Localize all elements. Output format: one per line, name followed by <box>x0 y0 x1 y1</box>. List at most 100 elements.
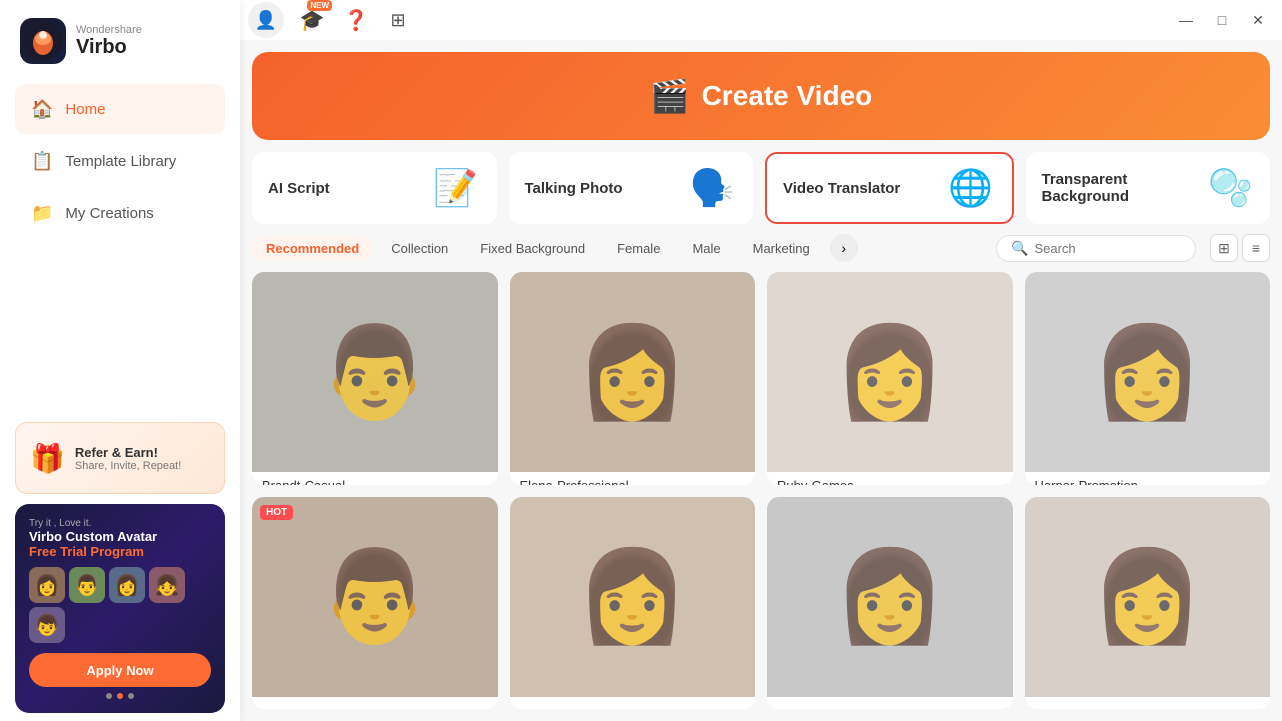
gift-button[interactable]: 🎓 NEW <box>294 2 330 38</box>
avatar-emoji-7: 👩 <box>834 544 946 649</box>
avatars-grid: 👨 Brandt-Casual 👩 Elena-Professional 👩 R… <box>240 272 1282 721</box>
avatar-image-8: 👩 <box>1025 497 1271 697</box>
promo-avatar-4: 👧 <box>149 567 185 603</box>
avatar-card-3[interactable]: 👩 Ruby-Games <box>767 272 1013 485</box>
avatar-emoji-5: 👨 <box>319 544 431 649</box>
filter-tab-male[interactable]: Male <box>678 236 734 261</box>
promo-avatars: 👩 👨 👩 👧 👦 <box>29 567 211 643</box>
avatar-card-8[interactable]: 👩 <box>1025 497 1271 710</box>
filter-tab-female[interactable]: Female <box>603 236 674 261</box>
nav-list: 🏠 Home📋 Template Library📁 My Creations <box>15 82 225 240</box>
minimize-button[interactable]: — <box>1170 6 1202 34</box>
avatar-name-4: Harper-Promotion <box>1025 472 1271 485</box>
promo-title2: Free Trial Program <box>29 544 211 559</box>
avatar-name-empty-8 <box>1025 697 1271 710</box>
ai-script-label: AI Script <box>268 180 330 197</box>
list-view-button[interactable]: ≡ <box>1242 234 1270 262</box>
avatar-card-1[interactable]: 👨 Brandt-Casual <box>252 272 498 485</box>
custom-avatar-promo[interactable]: Try it , Love it. Virbo Custom Avatar Fr… <box>15 504 225 713</box>
avatar-image-4: 👩 <box>1025 272 1271 472</box>
user-area: 👤 🎓 NEW ❓ ⊞ <box>248 2 414 38</box>
search-input[interactable] <box>1034 241 1174 256</box>
refer-text: Refer & Earn! Share, Invite, Repeat! <box>75 445 181 472</box>
view-buttons: ⊞ ≡ <box>1210 234 1270 262</box>
avatar-emoji-6: 👩 <box>576 544 688 649</box>
home-icon: 🏠 <box>31 99 53 120</box>
sidebar-item-template-library[interactable]: 📋 Template Library <box>15 136 225 186</box>
help-button[interactable]: ❓ <box>340 6 372 34</box>
feature-card-transparent-bg[interactable]: Transparent Background 🫧 <box>1026 152 1271 224</box>
sidebar-item-my-creations[interactable]: 📁 My Creations <box>15 188 225 238</box>
filter-tab-collection[interactable]: Collection <box>377 236 462 261</box>
filter-more-button[interactable]: › <box>830 234 858 262</box>
sidebar-promo: 🎁 Refer & Earn! Share, Invite, Repeat! T… <box>15 422 225 713</box>
avatar-card-7[interactable]: 👩 <box>767 497 1013 710</box>
promo-dots <box>29 693 211 699</box>
avatar-name-1: Brandt-Casual <box>252 472 498 485</box>
logo-name: Virbo <box>76 36 142 59</box>
refer-icon: 🎁 <box>30 442 65 475</box>
avatar-card-5[interactable]: HOT 👨 <box>252 497 498 710</box>
dot-2 <box>117 693 123 699</box>
avatar-image-7: 👩 <box>767 497 1013 697</box>
feature-card-video-translator[interactable]: Video Translator 🌐 <box>765 152 1014 224</box>
my-creations-label: My Creations <box>65 205 153 222</box>
avatar-card-2[interactable]: 👩 Elena-Professional <box>510 272 756 485</box>
avatar-name-2: Elena-Professional <box>510 472 756 485</box>
my-creations-icon: 📁 <box>31 203 53 224</box>
logo-brand: Wondershare <box>76 24 142 36</box>
promo-title1: Virbo Custom Avatar <box>29 529 211 544</box>
feature-card-ai-script[interactable]: AI Script 📝 <box>252 152 497 224</box>
main-content: 👤 🎓 NEW ❓ ⊞ — □ ✕ 🎬 Create Video AI Scri… <box>240 0 1282 721</box>
grid-button[interactable]: ⊞ <box>382 6 414 34</box>
filter-tabs: RecommendedCollectionFixed BackgroundFem… <box>252 236 824 261</box>
promo-avatar-2: 👨 <box>69 567 105 603</box>
search-icon: 🔍 <box>1011 240 1028 257</box>
avatar-card-6[interactable]: 👩 <box>510 497 756 710</box>
titlebar: 👤 🎓 NEW ❓ ⊞ — □ ✕ <box>240 0 1282 40</box>
promo-try: Try it , Love it. <box>29 518 211 529</box>
avatar-emoji-3: 👩 <box>834 320 946 425</box>
avatar-image-2: 👩 <box>510 272 756 472</box>
home-label: Home <box>65 101 105 118</box>
filter-tab-recommended[interactable]: Recommended <box>252 236 373 261</box>
avatar-emoji-2: 👩 <box>576 320 688 425</box>
video-translator-label: Video Translator <box>783 180 900 197</box>
sidebar-item-home[interactable]: 🏠 Home <box>15 84 225 134</box>
sidebar: Wondershare Virbo 🏠 Home📋 Template Libra… <box>0 0 240 721</box>
avatar-card-4[interactable]: 👩 Harper-Promotion <box>1025 272 1271 485</box>
avatar-image-1: 👨 <box>252 272 498 472</box>
feature-card-talking-photo[interactable]: Talking Photo 🗣️ <box>509 152 754 224</box>
create-video-icon: 🎬 <box>650 77 690 115</box>
dot-3 <box>128 693 134 699</box>
promo-avatar-3: 👩 <box>109 567 145 603</box>
filter-tab-marketing[interactable]: Marketing <box>739 236 824 261</box>
promo-avatar-1: 👩 <box>29 567 65 603</box>
filter-tab-fixed-bg[interactable]: Fixed Background <box>466 236 599 261</box>
refer-earn-banner[interactable]: 🎁 Refer & Earn! Share, Invite, Repeat! <box>15 422 225 494</box>
create-video-banner[interactable]: 🎬 Create Video <box>252 52 1270 140</box>
app-logo-icon <box>20 18 66 64</box>
avatar-emoji-4: 👩 <box>1091 320 1203 425</box>
close-button[interactable]: ✕ <box>1242 6 1274 34</box>
avatar-image-6: 👩 <box>510 497 756 697</box>
avatar-name-3: Ruby-Games <box>767 472 1013 485</box>
logo-text: Wondershare Virbo <box>76 24 142 59</box>
maximize-button[interactable]: □ <box>1206 6 1238 34</box>
template-library-label: Template Library <box>65 153 176 170</box>
apply-now-button[interactable]: Apply Now <box>29 653 211 687</box>
avatar-name-empty-7 <box>767 697 1013 710</box>
video-translator-icon: 🌐 <box>946 163 996 213</box>
avatar-name-empty-5 <box>252 697 498 710</box>
promo-avatar-5: 👦 <box>29 607 65 643</box>
hot-badge-5: HOT <box>260 505 293 520</box>
logo-area: Wondershare Virbo <box>0 0 240 82</box>
user-avatar-button[interactable]: 👤 <box>248 2 284 38</box>
filters-row: RecommendedCollectionFixed BackgroundFem… <box>240 224 1282 272</box>
avatar-image-3: 👩 <box>767 272 1013 472</box>
new-badge: NEW <box>307 0 332 11</box>
features-row: AI Script 📝Talking Photo 🗣️Video Transla… <box>240 152 1282 224</box>
refer-subtitle: Share, Invite, Repeat! <box>75 460 181 472</box>
grid-view-button[interactable]: ⊞ <box>1210 234 1238 262</box>
search-box[interactable]: 🔍 <box>996 235 1196 262</box>
